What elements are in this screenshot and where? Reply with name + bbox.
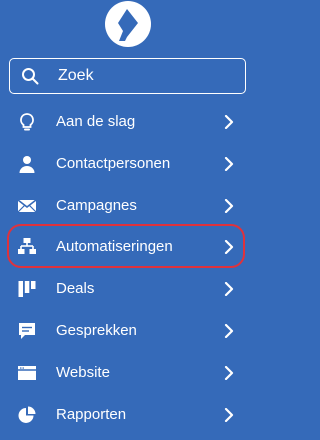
sidebar-item-automatiseringen[interactable]: Automatiseringen (0, 226, 257, 268)
chevron-right-icon (224, 323, 234, 338)
search-icon (22, 68, 39, 85)
chevron-right-icon (224, 407, 234, 422)
browser-icon (18, 365, 36, 380)
sidebar-item-contactpersonen[interactable]: Contactpersonen (0, 143, 257, 185)
sidebar-item-deals[interactable]: Deals (0, 268, 257, 310)
person-icon (19, 155, 35, 173)
pie-chart-icon (18, 406, 36, 423)
sidebar-item-label: Gesprekken (56, 321, 137, 339)
sidebar-item-campagnes[interactable]: Campagnes (0, 185, 257, 227)
sidebar-item-label: Aan de slag (56, 113, 136, 130)
logo-icon (118, 9, 138, 41)
sidebar-item-rapporten[interactable]: Rapporten (0, 394, 257, 436)
chevron-right-icon (224, 240, 234, 255)
chat-icon (19, 322, 35, 339)
chevron-right-icon (224, 365, 234, 380)
envelope-icon (17, 198, 37, 213)
search-input[interactable]: Zoek (9, 58, 246, 94)
sidebar-item-label: Rapporten (56, 405, 127, 423)
sidebar-item-gesprekken[interactable]: Gesprekken (0, 310, 257, 352)
sidebar-item-website[interactable]: Website (0, 352, 257, 394)
sidebar-item-aan-de-slag[interactable]: Aan de slag (0, 101, 257, 143)
chevron-right-icon (224, 282, 234, 297)
sidebar-item-label: Campagnes (56, 196, 137, 214)
search-placeholder: Zoek (58, 67, 94, 84)
chevron-right-icon (224, 156, 234, 171)
app-logo[interactable] (105, 1, 151, 47)
lightbulb-icon (20, 113, 34, 131)
workflow-icon (18, 238, 36, 255)
sidebar-nav: Aan de slag Contactpersonen Campagnes Au… (0, 101, 257, 435)
sidebar-item-label: Automatiseringen (56, 238, 173, 256)
pipeline-icon (18, 281, 36, 298)
sidebar-item-label: Deals (56, 280, 95, 298)
chevron-right-icon (224, 115, 234, 129)
sidebar-item-label: Contactpersonen (56, 154, 171, 172)
sidebar-item-label: Website (56, 363, 110, 381)
chevron-right-icon (224, 198, 234, 213)
